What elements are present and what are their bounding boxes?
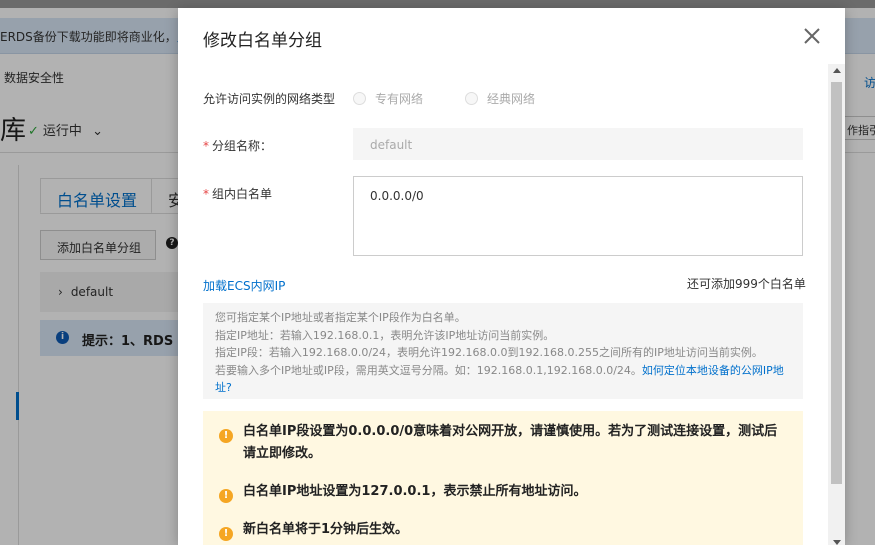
warning-icon: !: [219, 429, 233, 443]
warning-icon: !: [219, 489, 233, 503]
dialog-title: 修改白名单分组: [203, 31, 322, 51]
radio-circle-icon: [465, 92, 478, 105]
help-box: 您可指定某个IP地址或者指定某个IP段作为白名单。 指定IP地址：若输入192.…: [203, 303, 803, 399]
whitelist-label-text: 组内白名单: [212, 187, 273, 201]
required-mark: *: [203, 187, 209, 201]
warning-icon: !: [219, 527, 233, 541]
warning-item: 新白名单将于1分钟后生效。: [243, 522, 409, 537]
whitelist-textarea[interactable]: 0.0.0.0/0: [353, 176, 803, 256]
group-name-label: * 分组名称：: [203, 137, 272, 154]
edit-whitelist-dialog: 修改白名单分组 允许访问实例的网络类型 专有网络 经典网络 * 分组名称： def…: [178, 8, 845, 545]
scroll-down-arrow-icon[interactable]: [833, 540, 841, 545]
remaining-count: 还可添加999个白名单: [687, 277, 806, 291]
help-line: 指定IP地址：若输入192.168.0.1，表明允许该IP地址访问当前实例。: [215, 328, 555, 342]
scrollbar-thumb[interactable]: [831, 82, 842, 484]
radio-vpc-label: 专有网络: [375, 92, 424, 106]
warning-item: 白名单IP地址设置为127.0.0.1，表示禁止所有地址访问。: [243, 484, 587, 499]
help-line: 指定IP段：若输入192.168.0.0/24，表明允许192.168.0.0到…: [215, 346, 763, 359]
help-line: 若要输入多个IP地址或IP段，需用英文逗号分隔。如：192.168.0.1,19…: [215, 362, 791, 397]
close-icon[interactable]: [800, 24, 824, 48]
dialog-header-divider: [178, 64, 845, 65]
radio-classic-label: 经典网络: [487, 92, 536, 106]
group-name-field: default: [353, 128, 803, 160]
load-ecs-ip-link[interactable]: 加载ECS内网IP: [203, 277, 285, 294]
warning-item: 白名单IP段设置为0.0.0.0/0意味着对公网开放，请谨慎使用。若为了测试连接…: [243, 424, 778, 461]
help-line-text: 若要输入多个IP地址或IP段，需用英文逗号分隔。如：192.168.0.1,19…: [215, 363, 642, 377]
scroll-up-arrow-icon[interactable]: [833, 68, 841, 73]
radio-classic[interactable]: 经典网络: [465, 90, 535, 107]
required-mark: *: [203, 139, 209, 153]
help-line: 您可指定某个IP地址或者指定某个IP段作为白名单。: [215, 311, 466, 324]
warning-box: ! 白名单IP段设置为0.0.0.0/0意味着对公网开放，请谨慎使用。若为了测试…: [203, 411, 803, 545]
radio-vpc[interactable]: 专有网络: [353, 90, 423, 107]
network-type-label: 允许访问实例的网络类型: [203, 92, 336, 106]
whitelist-label: * 组内白名单: [203, 185, 272, 202]
radio-circle-icon: [353, 92, 366, 105]
group-name-label-text: 分组名称：: [212, 139, 273, 153]
